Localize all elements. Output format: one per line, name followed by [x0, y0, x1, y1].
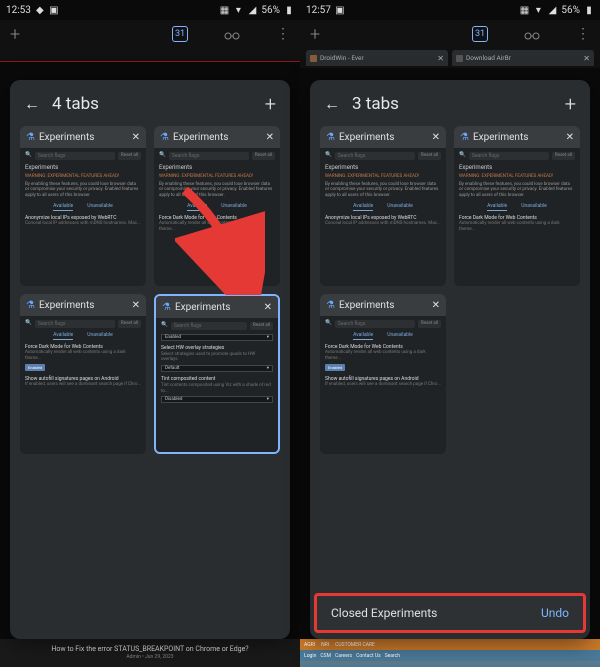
battery-icon: ▮	[584, 5, 594, 15]
screenshot-icon: ▣	[335, 5, 345, 15]
flask-icon: ⚗	[326, 300, 335, 311]
close-icon[interactable]: ✕	[437, 54, 444, 63]
overlay-title: 4 tabs	[52, 94, 253, 114]
tab-thumbnail: 🔍Search flagsReset all Experiments WARNI…	[154, 148, 280, 286]
flask-icon: ⚗	[326, 132, 335, 143]
tab-count-badge[interactable]: 31	[172, 26, 188, 42]
flask-icon: ⚗	[162, 302, 171, 313]
wifi-icon: ▾	[233, 5, 243, 15]
close-icon[interactable]: ✕	[132, 132, 140, 143]
flask-icon: ⚗	[26, 300, 35, 311]
snackbar-message: Closed Experiments	[331, 606, 541, 620]
tab-thumbnail: 🔍Search flagsReset all AvailableUnavaila…	[320, 316, 446, 454]
background-edge	[0, 48, 300, 62]
tab-card[interactable]: ⚗ Experiments ✕ 🔍Search flagsReset all E…	[320, 126, 446, 286]
tab-card-selected[interactable]: ⚗ Experiments ✕ 🔍Search flagsReset all E…	[154, 294, 280, 454]
new-tab-icon[interactable]: +	[310, 24, 320, 45]
chrome-toolbar: + 31 ⋮	[300, 20, 600, 48]
status-time: 12:53	[6, 5, 31, 16]
chrome-toolbar: + 31 ⋮	[0, 20, 300, 48]
overlay-title: 3 tabs	[352, 94, 553, 114]
close-icon[interactable]: ✕	[266, 132, 274, 143]
close-icon[interactable]: ✕	[132, 300, 140, 311]
flask-icon: ⚗	[160, 132, 169, 143]
tab-card[interactable]: ⚗ Experiments ✕ 🔍Search flagsReset all A…	[320, 294, 446, 454]
tab-switcher-overlay: ← 4 tabs + ⚗ Experiments ✕ 🔍Search flags…	[10, 80, 290, 639]
tab-card[interactable]: ⚗ Experiments ✕ 🔍Search flagsReset all E…	[20, 126, 146, 286]
wifi-icon: ▾	[533, 5, 543, 15]
phone-left: 12:53 ◆ ▣ ▦ ▾ ◢ 56% ▮ + 31 ⋮ How to Fix …	[0, 0, 300, 667]
vibrate-icon: ▦	[519, 5, 529, 15]
tab-card[interactable]: ⚗ Experiments ✕ 🔍Search flagsReset all E…	[454, 126, 580, 286]
status-bar: 12:53 ◆ ▣ ▦ ▾ ◢ 56% ▮	[0, 0, 300, 20]
back-arrow-icon[interactable]: ←	[24, 94, 40, 114]
battery-pct: 56%	[561, 5, 580, 16]
tab-thumbnail: 🔍Search flagsReset all AvailableUnavaila…	[20, 316, 146, 454]
tab-thumbnail: 🔍Search flagsReset all Experiments WARNI…	[454, 148, 580, 286]
flask-icon: ⚗	[460, 132, 469, 143]
signal-icon: ◢	[547, 5, 557, 15]
add-tab-icon[interactable]: +	[265, 92, 276, 116]
close-icon[interactable]: ✕	[583, 54, 590, 63]
new-tab-icon[interactable]: +	[10, 24, 20, 45]
incognito-icon[interactable]	[224, 25, 240, 44]
tab-card[interactable]: ⚗ Experiments ✕ 🔍Search flagsReset all A…	[20, 294, 146, 454]
background-article: How to Fix the error STATUS_BREAKPOINT o…	[0, 639, 300, 667]
tab-count-badge[interactable]: 31	[472, 26, 488, 42]
battery-pct: 56%	[261, 5, 280, 16]
menu-icon[interactable]: ⋮	[276, 26, 290, 42]
tab-switcher-overlay: ← 3 tabs + ⚗ Experiments ✕ 🔍Search flags…	[310, 80, 590, 639]
tab-thumbnail: 🔍Search flagsReset all Experiments WARNI…	[320, 148, 446, 286]
tab-thumbnail: 🔍Search flagsReset all Enabled▾ Select H…	[156, 318, 278, 452]
close-icon[interactable]: ✕	[264, 302, 272, 313]
add-tab-icon[interactable]: +	[565, 92, 576, 116]
flask-icon: ⚗	[26, 132, 35, 143]
menu-icon[interactable]: ⋮	[576, 26, 590, 42]
background-page: AGRI NRI CUSTOMER CARE Login CSM Careers…	[300, 639, 600, 667]
background-tabs: DroidWin - Ever ✕ Download AirBr ✕	[300, 48, 600, 68]
back-arrow-icon[interactable]: ←	[324, 94, 340, 114]
tab-thumbnail: 🔍Search flagsReset all Experiments WARNI…	[20, 148, 146, 286]
status-bar: 12:57 ▣ ▦ ▾ ◢ 56% ▮	[300, 0, 600, 20]
close-icon[interactable]: ✕	[432, 300, 440, 311]
vibrate-icon: ▦	[219, 5, 229, 15]
battery-icon: ▮	[284, 5, 294, 15]
phone-right: 12:57 ▣ ▦ ▾ ◢ 56% ▮ + 31 ⋮ DroidWin - Ev…	[300, 0, 600, 667]
app-icon: ◆	[35, 5, 45, 15]
undo-snackbar: Closed Experiments Undo	[314, 593, 586, 633]
close-icon[interactable]: ✕	[566, 132, 574, 143]
favicon-icon	[456, 55, 463, 62]
favicon-icon	[310, 55, 317, 62]
mini-tab[interactable]: Download AirBr ✕	[452, 50, 594, 66]
screenshot-icon: ▣	[49, 5, 59, 15]
status-time: 12:57	[306, 5, 331, 16]
mini-tab[interactable]: DroidWin - Ever ✕	[306, 50, 448, 66]
undo-button[interactable]: Undo	[541, 606, 569, 620]
close-icon[interactable]: ✕	[432, 132, 440, 143]
tab-card[interactable]: ⚗ Experiments ✕ 🔍Search flagsReset all E…	[154, 126, 280, 286]
signal-icon: ◢	[247, 5, 257, 15]
incognito-icon[interactable]	[524, 25, 540, 44]
